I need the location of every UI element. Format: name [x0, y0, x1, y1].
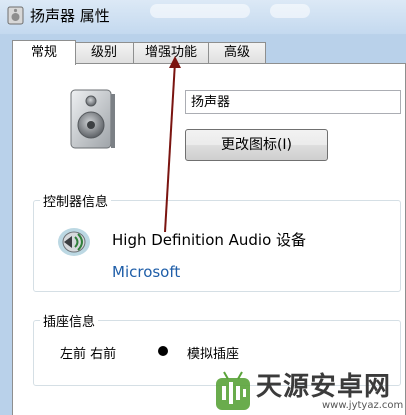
watermark: 天源安卓网 www.jytyaz.com [210, 360, 406, 415]
jack-position: 左前 右前 [60, 347, 117, 362]
blurred-background [270, 4, 310, 18]
speaker-device-icon [70, 89, 115, 149]
vendor-link[interactable]: Microsoft [112, 263, 180, 281]
audio-device-icon [58, 228, 90, 256]
window-title: 扬声器 属性 [30, 7, 110, 25]
controller-info-title: 控制器信息 [40, 191, 112, 210]
tab-bar: 常规 级别 增强功能 高级 [0, 40, 406, 65]
controller-info-group: 控制器信息 High Definition Audio 设备 Microsoft [33, 191, 401, 292]
jack-info-title: 插座信息 [40, 311, 99, 330]
change-icon-button[interactable]: 更改图标(I) [185, 129, 328, 161]
watermark-url: www.jytyaz.com [322, 400, 404, 411]
blurred-background [150, 4, 250, 18]
speaker-icon [7, 6, 24, 25]
tab-enhancements[interactable]: 增强功能 [133, 42, 209, 63]
tab-levels[interactable]: 级别 [74, 42, 134, 63]
properties-window: 扬声器 属性 常规 级别 增强功能 高级 扬声器 更改图标(I) 控制器信息 H… [0, 0, 406, 415]
jack-color-dot [158, 346, 168, 356]
watermark-text: 天源安卓网 [256, 372, 392, 402]
tab-general[interactable]: 常规 [12, 40, 76, 65]
tab-advanced[interactable]: 高级 [208, 42, 266, 63]
controller-device-name: High Definition Audio 设备 [112, 231, 307, 249]
device-name-input[interactable]: 扬声器 [185, 90, 401, 114]
android-logo-icon [216, 371, 250, 410]
title-bar[interactable]: 扬声器 属性 [0, 0, 406, 34]
